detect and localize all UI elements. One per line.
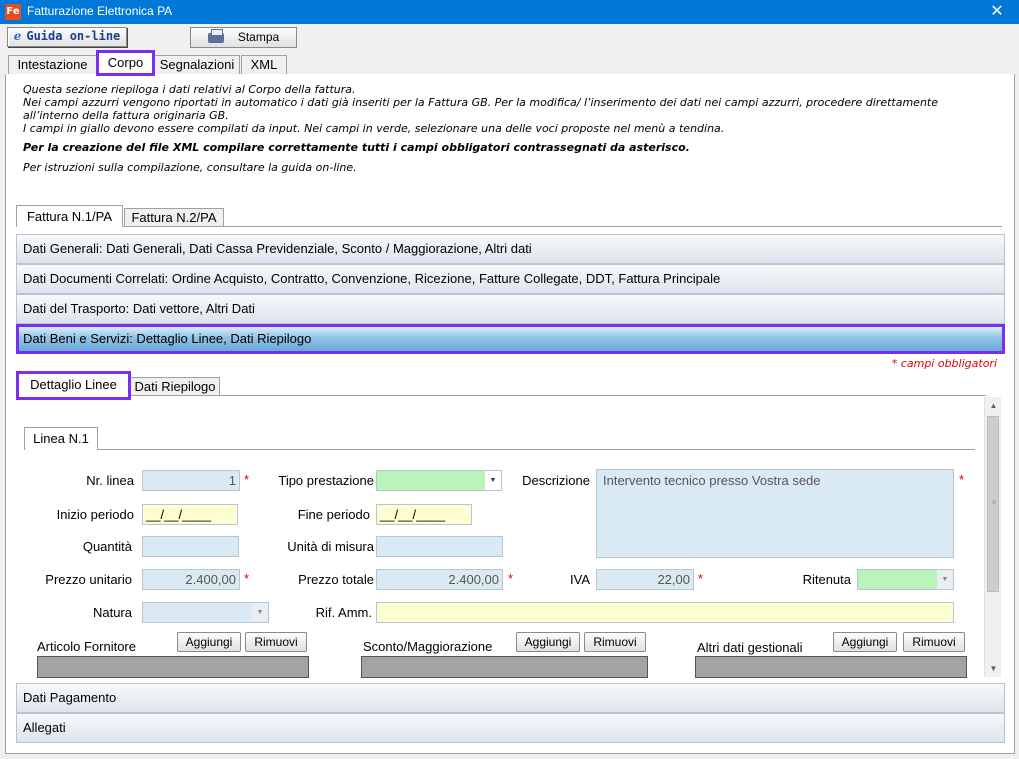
prezzo-totale-field[interactable]: 2.400,00 [376,569,503,590]
internet-explorer-icon: e [13,29,22,43]
tab-fattura-2[interactable]: Fattura N.2/PA [124,208,224,227]
descrizione-label: Descrizione [522,473,590,488]
iva-field[interactable]: 22,00 [596,569,694,590]
scroll-down-icon[interactable]: ▼ [985,660,1002,677]
chevron-down-icon[interactable]: ▼ [252,603,268,622]
section-trasporto[interactable]: Dati del Trasporto: Dati vettore, Altri … [16,294,1005,324]
chevron-down-icon[interactable]: ▼ [937,570,953,589]
app-icon: Fe [5,4,21,20]
close-icon[interactable]: ✕ [981,0,1013,24]
articolo-fornitore-label: Articolo Fornitore [37,639,136,654]
info-line-2: Nei campi azzurri vengono riportati in a… [23,96,938,122]
altri-dati-gestionali-grid[interactable] [695,656,967,678]
unita-misura-field[interactable] [376,536,503,557]
iva-label: IVA [570,572,590,587]
nr-linea-field[interactable]: 1 [142,470,240,491]
tab-dettaglio-linee[interactable]: Dettaglio Linee [16,371,131,400]
quantita-field[interactable] [142,536,239,557]
sconto-remove-button[interactable]: Rimuovi [584,632,646,652]
divider [16,226,1002,227]
divider [24,449,975,450]
rif-amm-field[interactable] [376,602,954,623]
divider [16,395,986,396]
chevron-down-icon[interactable]: ▼ [485,471,501,490]
scroll-thumb[interactable]: ≡ [987,416,999,592]
scroll-up-icon[interactable]: ▲ [985,397,1002,414]
info-bold-line: Per la creazione del file XML compilare … [23,141,690,154]
section-documenti-correlati[interactable]: Dati Documenti Correlati: Ordine Acquist… [16,264,1005,294]
natura-label: Natura [92,605,132,620]
prezzo-unitario-label: Prezzo unitario [45,572,132,587]
altri-dati-gestionali-label: Altri dati gestionali [697,640,803,655]
tipo-prestazione-select[interactable]: ▼ [376,470,502,491]
articolo-fornitore-grid[interactable] [37,656,309,678]
articolo-remove-button[interactable]: Rimuovi [245,632,307,652]
tab-intestazione[interactable]: Intestazione [8,55,97,74]
tab-segnalazioni[interactable]: Segnalazioni [154,55,240,74]
section-allegati[interactable]: Allegati [16,713,1005,743]
tab-dati-riepilogo[interactable]: Dati Riepilogo [130,377,220,396]
info-text: Questa sezione riepiloga i dati relativi… [23,83,983,174]
info-line-1: Questa sezione riepiloga i dati relativi… [23,83,356,96]
grip-icon: ≡ [992,500,996,506]
descrizione-textarea[interactable]: Intervento tecnico presso Vostra sede [596,469,954,558]
sconto-maggiorazione-grid[interactable] [361,656,648,678]
corpo-panel [5,74,1015,754]
inizio-periodo-label: Inizio periodo [56,507,134,522]
window-title: Fatturazione Elettronica PA [27,4,173,18]
section-dati-generali[interactable]: Dati Generali: Dati Generali, Dati Cassa… [16,234,1005,264]
tab-linea-1[interactable]: Linea N.1 [24,427,98,450]
print-button[interactable]: Stampa [190,27,297,48]
prezzo-unitario-field[interactable]: 2.400,00 [142,569,240,590]
tipo-prestazione-label: Tipo prestazione [278,473,374,488]
tab-corpo[interactable]: Corpo [96,50,155,76]
info-line-3: I campi in giallo devono essere compilat… [23,122,725,135]
sconto-add-button[interactable]: Aggiungi [516,632,580,652]
sconto-maggiorazione-label: Sconto/Maggiorazione [363,639,493,654]
section-dati-pagamento[interactable]: Dati Pagamento [16,683,1005,713]
required-fields-note: * campi obbligatori [891,357,997,370]
tab-xml[interactable]: XML [241,55,287,74]
natura-select[interactable]: ▼ [142,602,269,623]
nr-linea-label: Nr. linea [86,473,134,488]
fine-periodo-label: Fine periodo [297,507,370,522]
tab-fattura-1[interactable]: Fattura N.1/PA [16,205,123,227]
vertical-scrollbar[interactable]: ▲ ≡ ▼ [984,397,1001,677]
unita-misura-label: Unità di misura [287,539,374,554]
inizio-periodo-field[interactable]: __/__/____ [142,504,238,525]
fine-periodo-field[interactable]: __/__/____ [376,504,472,525]
ritenuta-label: Ritenuta [802,572,851,587]
help-online-label: Guida on-line [26,29,121,43]
info-last-line: Per istruzioni sulla compilazione, consu… [23,161,357,174]
printer-icon [207,28,224,43]
help-online-button[interactable]: e Guida on-line [7,27,127,47]
quantita-label: Quantità [82,539,132,554]
required-star: * [244,571,250,586]
print-label: Stampa [237,30,280,44]
section-beni-servizi[interactable]: Dati Beni e Servizi: Dettaglio Linee, Da… [16,324,1005,354]
required-star: * [508,571,514,586]
required-star: * [959,472,965,487]
altri-remove-button[interactable]: Rimuovi [903,632,965,652]
rif-amm-label: Rif. Amm. [315,605,372,620]
prezzo-totale-label: Prezzo totale [298,572,374,587]
altri-add-button[interactable]: Aggiungi [833,632,897,652]
required-star: * [698,571,704,586]
required-star: * [244,472,250,487]
title-bar: Fe Fatturazione Elettronica PA ✕ [0,0,1019,24]
ritenuta-select[interactable]: ▼ [857,569,954,590]
articolo-add-button[interactable]: Aggiungi [177,632,241,652]
